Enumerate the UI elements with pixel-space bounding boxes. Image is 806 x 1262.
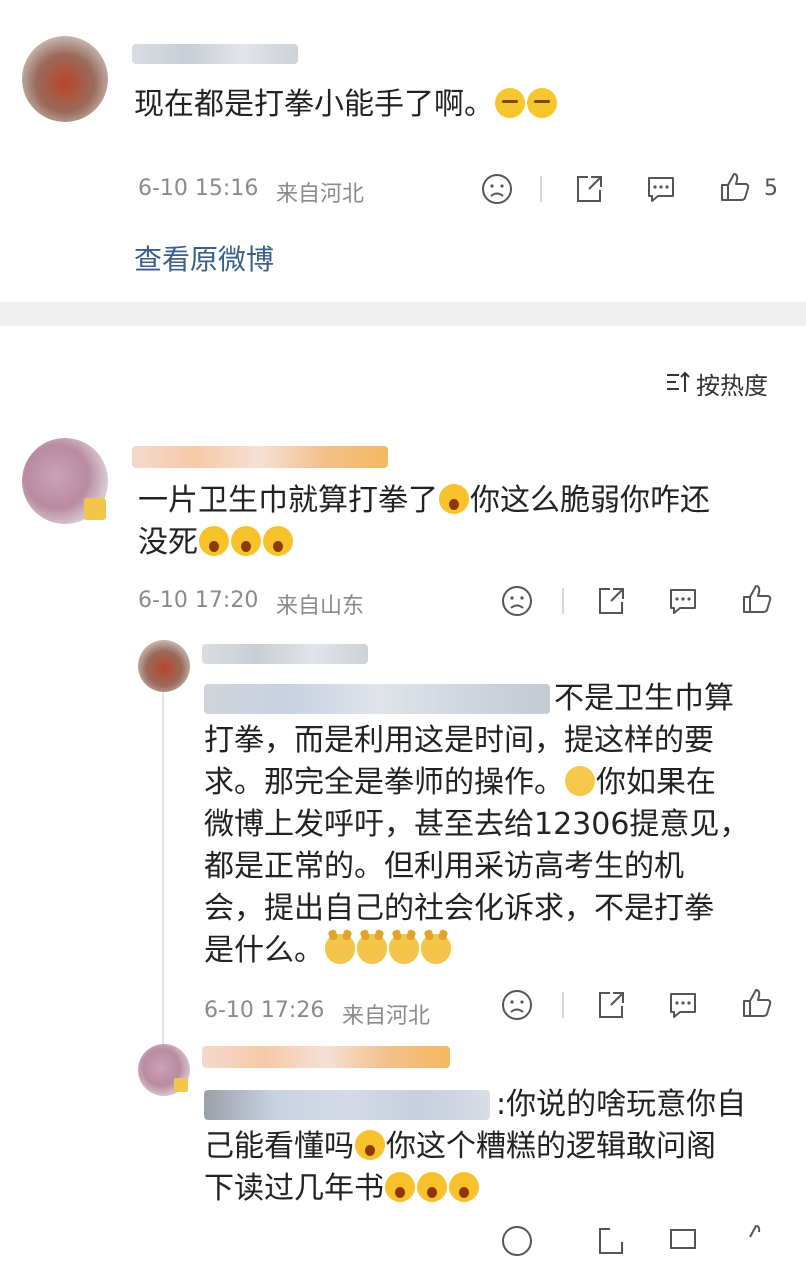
thumbs-up-icon[interactable] [740, 1222, 774, 1256]
shocked-emoji-icon [385, 1172, 415, 1202]
share-icon[interactable] [594, 584, 628, 618]
username-blurred[interactable] [202, 1046, 450, 1068]
doge-emoji-icon [325, 934, 355, 964]
view-original-link[interactable]: 查看原微博 [134, 238, 274, 278]
doge-emoji-icon [389, 934, 419, 964]
shocked-emoji-icon [199, 526, 229, 556]
username-blurred[interactable] [132, 44, 298, 64]
avatar-badge [174, 1078, 188, 1092]
comment-bubble-icon[interactable] [666, 988, 700, 1022]
share-icon[interactable] [594, 1224, 628, 1258]
comment-time: 6-10 17:20 [138, 588, 259, 613]
shocked-emoji-icon [439, 484, 469, 514]
reply-text: 不是卫生巾算 打拳，而是利用这是时间，提这样的要 求。那完全是拳师的操作。 你如果… [204, 681, 750, 968]
divider [562, 588, 564, 614]
avatar[interactable] [138, 640, 190, 692]
comment-text: 现在都是打拳小能手了啊。 [134, 84, 558, 126]
shocked-emoji-icon [449, 1172, 479, 1202]
comment-time: 6-10 15:16 [138, 176, 259, 201]
shocked-emoji-icon [417, 1172, 447, 1202]
sad-face-icon[interactable] [500, 1224, 534, 1258]
doge-emoji-icon [421, 934, 451, 964]
comment-time: 6-10 17:26 [204, 998, 325, 1023]
section-divider [0, 302, 806, 326]
comment-bubble-icon[interactable] [666, 1224, 700, 1258]
thumbs-up-icon[interactable] [718, 170, 752, 204]
comment-text: 一片卫生巾就算打拳了 你这么脆弱你咋还 没死 [138, 483, 710, 560]
thumbs-up-icon[interactable] [740, 986, 774, 1020]
sad-face-icon[interactable] [480, 172, 514, 206]
comment-location: 来自山东 [276, 594, 365, 619]
avatar[interactable] [22, 36, 108, 122]
sad-face-icon[interactable] [500, 988, 534, 1022]
shush-emoji-icon [565, 766, 595, 796]
sweat-emoji-icon [527, 88, 557, 118]
username-blurred[interactable] [132, 446, 388, 468]
sad-face-icon[interactable] [500, 584, 534, 618]
reply-text: :你说的啥玩意你自 己能看懂吗 你这个糟糕的逻辑敢问阁 下读过几年书 [204, 1087, 747, 1206]
divider [540, 176, 542, 202]
comment-bubble-icon[interactable] [644, 172, 678, 206]
share-icon[interactable] [572, 172, 606, 206]
divider [562, 992, 564, 1018]
like-count: 5 [764, 176, 778, 201]
comment-location: 来自河北 [342, 1004, 431, 1029]
sort-icon[interactable] [664, 368, 692, 396]
thumbs-up-icon[interactable] [740, 582, 774, 616]
comment-bubble-icon[interactable] [666, 584, 700, 618]
sweat-emoji-icon [495, 88, 525, 118]
shocked-emoji-icon [355, 1130, 385, 1160]
shocked-emoji-icon [263, 526, 293, 556]
thread-line [162, 690, 164, 1050]
username-blurred[interactable] [202, 644, 368, 664]
comment-location: 来自河北 [276, 182, 365, 207]
doge-emoji-icon [357, 934, 387, 964]
avatar-badge [84, 498, 106, 520]
sort-by-hot-button[interactable]: 按热度 [696, 366, 768, 401]
share-icon[interactable] [594, 988, 628, 1022]
shocked-emoji-icon [231, 526, 261, 556]
